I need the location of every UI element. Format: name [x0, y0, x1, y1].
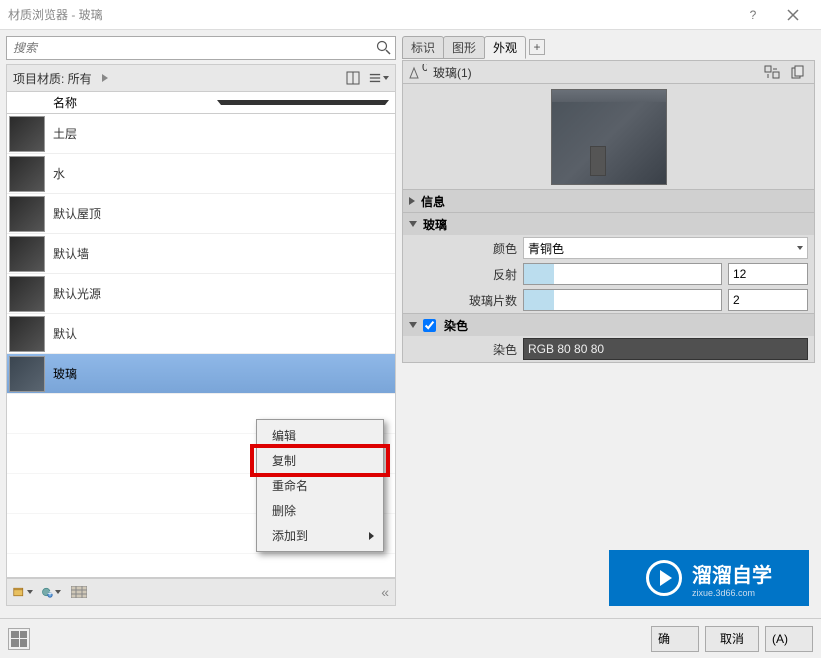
- section-info-header[interactable]: 信息: [403, 190, 814, 212]
- duplicate-asset-button[interactable]: [788, 62, 808, 82]
- prop-tint-value[interactable]: RGB 80 80 80: [523, 338, 808, 360]
- collapse-icon[interactable]: «: [381, 584, 389, 600]
- tab-add-button[interactable]: +: [529, 39, 545, 55]
- list-item[interactable]: 水: [7, 154, 395, 194]
- list-item[interactable]: 默认屋顶: [7, 194, 395, 234]
- view-grid-button[interactable]: [343, 68, 363, 88]
- section-glass-header[interactable]: 玻璃: [403, 213, 814, 235]
- material-swatch: [9, 316, 45, 352]
- search-input[interactable]: [6, 36, 396, 60]
- list-item[interactable]: 土层: [7, 114, 395, 154]
- svg-text:0: 0: [422, 64, 427, 74]
- menu-delete[interactable]: 删除: [260, 498, 380, 523]
- tab-appearance[interactable]: 外观: [484, 36, 526, 59]
- prop-reflect-value[interactable]: 12: [728, 263, 808, 285]
- close-button[interactable]: [773, 0, 813, 30]
- dropdown-arrow-icon: [797, 246, 803, 250]
- asset-name: 玻璃(1): [433, 64, 756, 81]
- prop-tint-label: 染色: [409, 341, 517, 358]
- prop-reflect-slider[interactable]: [523, 263, 722, 285]
- watermark: 溜溜自学 zixue.3d66.com: [609, 550, 809, 606]
- view-list-button[interactable]: [369, 68, 389, 88]
- help-button[interactable]: ?: [733, 0, 773, 30]
- material-swatch: [9, 116, 45, 152]
- material-swatch: [9, 276, 45, 312]
- new-material-button[interactable]: [13, 582, 33, 602]
- column-name: 名称: [53, 94, 217, 111]
- material-swatch: [9, 236, 45, 272]
- context-menu: 编辑 复制 重命名 删除 添加到: [256, 419, 384, 552]
- menu-rename[interactable]: 重命名: [260, 473, 380, 498]
- triangle-down-icon: [409, 221, 417, 227]
- list-item[interactable]: 默认: [7, 314, 395, 354]
- prop-color-select[interactable]: 青铜色: [523, 237, 808, 259]
- tab-identity[interactable]: 标识: [402, 36, 444, 59]
- list-item-selected[interactable]: 玻璃: [7, 354, 395, 394]
- menu-copy[interactable]: 复制: [260, 448, 380, 473]
- play-icon: [646, 560, 682, 596]
- chevron-right-icon: [102, 74, 108, 82]
- triangle-right-icon: [409, 197, 415, 205]
- replace-asset-button[interactable]: [762, 62, 782, 82]
- sort-arrow-icon: [217, 100, 389, 105]
- menu-add-to[interactable]: 添加到: [260, 523, 380, 548]
- list-item[interactable]: 默认墙: [7, 234, 395, 274]
- new-asset-button[interactable]: +: [41, 582, 61, 602]
- prop-sheets-value[interactable]: 2: [728, 289, 808, 311]
- filter-label[interactable]: 项目材质: 所有: [13, 70, 92, 87]
- cancel-button[interactable]: 取消: [705, 626, 759, 652]
- tab-graphics[interactable]: 图形: [443, 36, 485, 59]
- window-title: 材质浏览器 - 玻璃: [8, 6, 733, 23]
- material-swatch: [9, 156, 45, 192]
- material-swatch: [9, 356, 45, 392]
- section-tint-header[interactable]: 染色: [403, 314, 814, 336]
- list-header[interactable]: 名称: [6, 92, 396, 114]
- ok-button[interactable]: 确: [651, 626, 699, 652]
- grid-view-button[interactable]: [8, 628, 30, 650]
- list-item[interactable]: 默认光源: [7, 274, 395, 314]
- library-button[interactable]: [69, 582, 89, 602]
- asset-icon: 0: [409, 64, 427, 80]
- preview-model: [551, 89, 667, 185]
- dropdown-arrow-icon: [383, 76, 389, 80]
- material-swatch: [9, 196, 45, 232]
- prop-sheets-label: 玻璃片数: [409, 292, 517, 309]
- preview-area: [402, 84, 815, 190]
- triangle-down-icon: [409, 322, 417, 328]
- prop-color-label: 颜色: [409, 240, 517, 257]
- search-icon[interactable]: [376, 40, 392, 56]
- svg-text:+: +: [47, 589, 52, 599]
- submenu-arrow-icon: [369, 532, 374, 540]
- prop-sheets-slider[interactable]: [523, 289, 722, 311]
- apply-button[interactable]: (A): [765, 626, 813, 652]
- menu-edit[interactable]: 编辑: [260, 423, 380, 448]
- prop-reflect-label: 反射: [409, 266, 517, 283]
- tint-checkbox[interactable]: [423, 319, 436, 332]
